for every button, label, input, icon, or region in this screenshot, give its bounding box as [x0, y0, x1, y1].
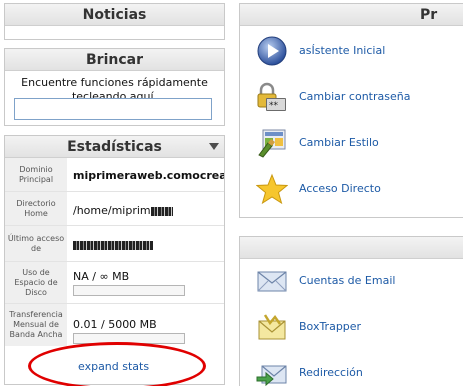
home-dir-value: /home/miprim [73, 204, 173, 217]
primary-domain-value: miprimeraweb.comocreart [73, 169, 225, 182]
find-input[interactable] [14, 98, 212, 120]
item-label: Cambiar contraseña [299, 90, 411, 103]
preferences-title: Pr [240, 4, 463, 26]
stat-row-bandwidth: Transferencia Mensual de Banda Ancha 0.0… [5, 304, 224, 346]
stat-row-disk: Uso de Espacio de Disco NA / ∞ MB [5, 262, 224, 304]
redacted-mark [73, 240, 153, 250]
email-accounts-item[interactable]: Cuentas de Email [256, 265, 463, 301]
change-style-item[interactable]: Cambiar Estilo [256, 127, 463, 163]
stat-label: Transferencia Mensual de Banda Ancha [5, 304, 67, 346]
mail-panel: Cuentas de Email BoxTrapper Redirección [239, 236, 463, 386]
envelope-icon [257, 271, 287, 292]
mail-panel-header [240, 237, 463, 259]
lock-password-icon: ** [257, 82, 286, 111]
disk-usage-bar [73, 285, 185, 296]
item-label: Redirección [299, 366, 363, 379]
stat-label: Dominio Principal [5, 158, 67, 191]
bandwidth-value: 0.01 / 5000 MB [73, 318, 157, 331]
stats-title: Estadísticas [5, 136, 224, 158]
item-label: asÍstente Inicial [299, 44, 386, 57]
item-label: Cuentas de Email [299, 274, 396, 287]
forwarders-item[interactable]: Redirección [256, 357, 463, 386]
news-title: Noticias [5, 4, 224, 26]
stat-row-domain: Dominio Principal miprimeraweb.comocrear… [5, 158, 225, 192]
stat-label: Uso de Espacio de Disco [5, 262, 67, 303]
shortcuts-item[interactable]: Acceso Directo [256, 173, 463, 209]
bandwidth-bar [73, 333, 185, 344]
boxtrapper-item[interactable]: BoxTrapper [256, 311, 463, 347]
getting-started-item[interactable]: asÍstente Inicial [256, 35, 463, 71]
style-icon [258, 129, 286, 158]
redacted-mark [150, 206, 173, 216]
item-label: Acceso Directo [299, 182, 381, 195]
find-title: Brincar [5, 49, 224, 71]
collapse-arrow-icon[interactable] [209, 143, 219, 150]
stat-label: Directorio Home [5, 192, 67, 225]
find-panel: Brincar Encuentre funciones rápidamente … [4, 48, 225, 126]
svg-text:**: ** [269, 101, 279, 111]
star-icon [256, 173, 288, 205]
preferences-panel: Pr asÍstente Inicial ** Cambiar contrase… [239, 3, 463, 218]
item-label: Cambiar Estilo [299, 136, 379, 149]
disk-usage-value: NA / ∞ MB [73, 270, 130, 283]
play-icon [257, 36, 287, 66]
item-label: BoxTrapper [299, 320, 362, 333]
stats-panel: Estadísticas Dominio Principal miprimera… [4, 135, 225, 385]
last-login-value [73, 238, 153, 251]
stats-title-text: Estadísticas [67, 139, 162, 155]
change-password-item[interactable]: ** Cambiar contraseña [256, 81, 463, 117]
boxtrapper-icon [258, 314, 286, 340]
expand-stats-link[interactable]: expand stats [78, 360, 149, 373]
home-dir-text: /home/miprim [73, 204, 151, 217]
stat-row-last-login: Último acceso de [5, 226, 224, 262]
forwarder-icon [256, 365, 287, 386]
stat-row-home: Directorio Home /home/miprim [5, 192, 224, 226]
stat-label: Último acceso de [5, 226, 67, 261]
news-panel: Noticias [4, 3, 225, 40]
